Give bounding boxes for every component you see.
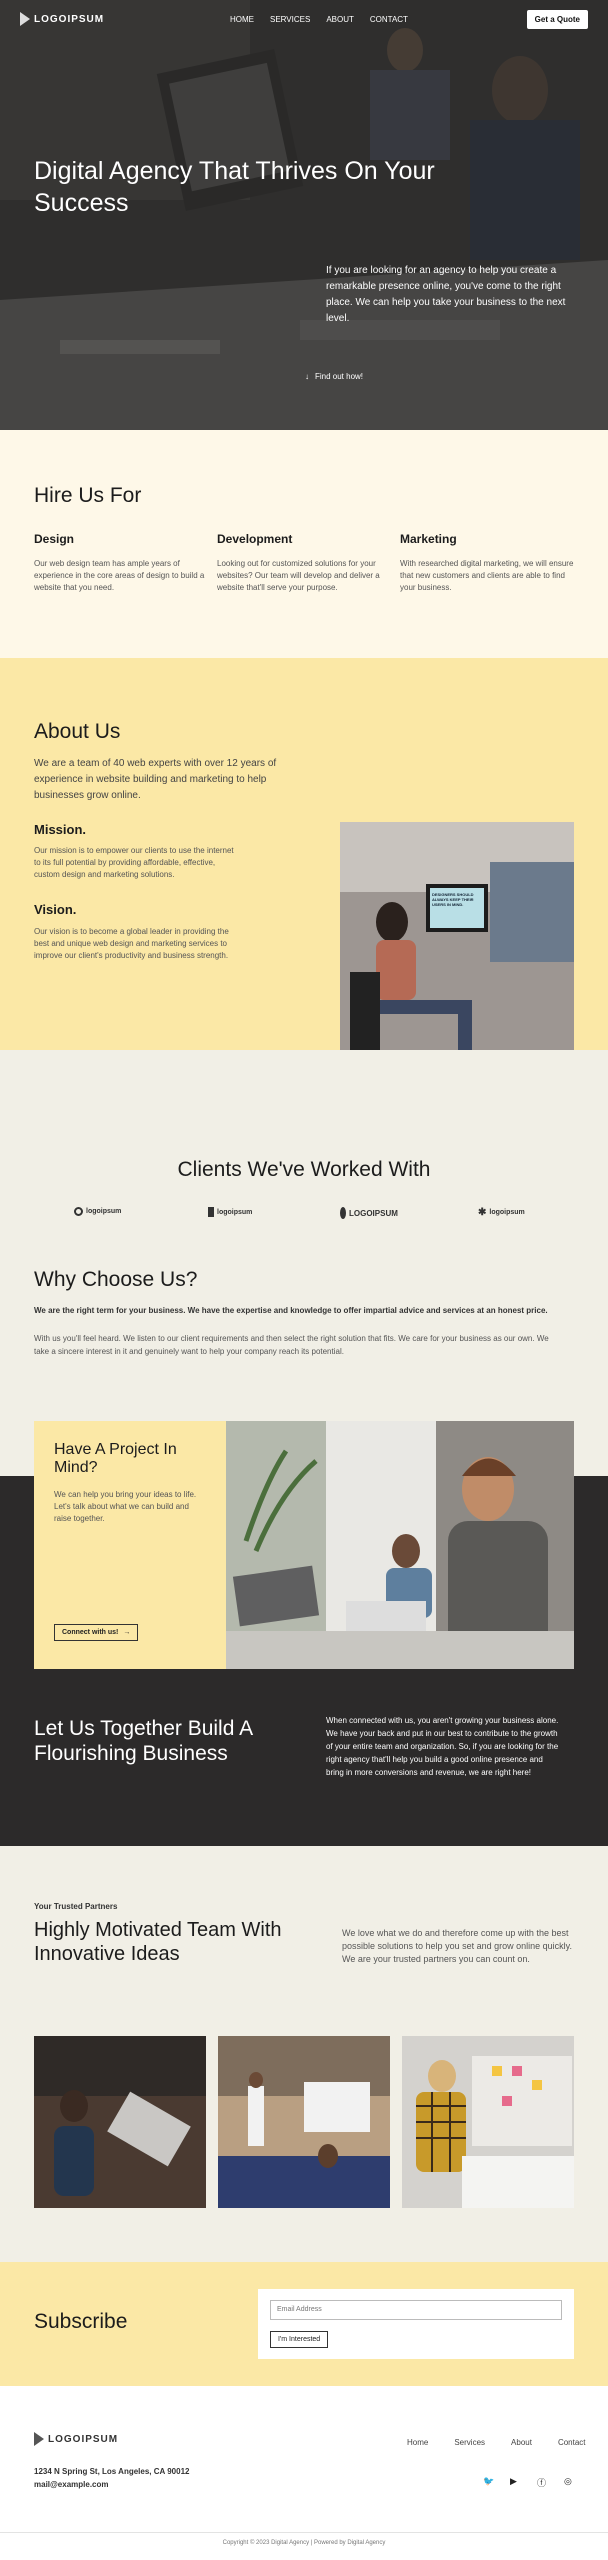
logo-icon [34, 2432, 44, 2446]
why-text: With us you'll feel heard. We listen to … [34, 1334, 549, 1356]
footer-link-services[interactable]: Services [454, 2438, 485, 2447]
footer-logo[interactable]: LOGOIPSUM [34, 2432, 118, 2446]
screen-text: DESIGNERS SHOULD ALWAYS KEEP THEIR USERS… [432, 892, 474, 907]
team-photo [218, 2036, 390, 2208]
leaf-logo-icon [340, 1207, 346, 1219]
meeting-photo [218, 2036, 390, 2208]
youtube-icon[interactable]: ▶ [510, 2476, 517, 2487]
logo-text: LOGOIPSUM [34, 13, 105, 25]
service-title: Design [34, 532, 75, 546]
facebook-icon[interactable]: ⓕ [537, 2476, 546, 2489]
about-lead: We are a team of 40 web experts with ove… [34, 758, 277, 801]
mission-text: Our mission is to empower our clients to… [34, 846, 234, 879]
footer-logo-text: LOGOIPSUM [48, 2433, 119, 2445]
find-out-label: Find out how! [315, 372, 364, 381]
client-logo: ✱ logoipsum [478, 1207, 525, 1218]
team-photo [34, 2036, 206, 2208]
find-out-link[interactable]: ↓ Find out how! [305, 372, 363, 381]
footer-divider [0, 2532, 608, 2533]
logo-icon [20, 12, 30, 26]
service-text: With researched digital marketing, we wi… [400, 559, 574, 592]
copyright: Copyright © 2023 Digital Agency | Powere… [222, 2540, 386, 2546]
clients-title: Clients We've Worked With [177, 1158, 431, 1181]
client-logo-text: LOGOIPSUM [349, 1208, 398, 1218]
vision-text: Our vision is to become a global leader … [34, 927, 229, 960]
service-text: Looking out for customized solutions for… [217, 559, 380, 592]
team-title: Highly Motivated Team With Innovative Id… [34, 1919, 282, 1965]
team-text: We love what we do and therefore come up… [342, 1928, 572, 1964]
hire-title: Hire Us For [34, 484, 142, 507]
service-title: Development [217, 532, 293, 546]
service-marketing: Marketing With researched digital market… [400, 532, 575, 594]
top-navigation: LOGOIPSUM HOME SERVICES ABOUT CONTACT Ge… [0, 0, 608, 40]
client-logo: LOGOIPSUM [340, 1207, 398, 1219]
together-title: Let Us Together Build A Flourishing Busi… [34, 1717, 252, 1765]
hero-title: Digital Agency That Thrives On Your Succ… [34, 157, 435, 217]
footer-menu: Home Services About Contact [407, 2438, 586, 2447]
project-photo [226, 1421, 574, 1669]
footer-address: 1234 N Spring St, Los Angeles, CA 90012 [34, 2467, 190, 2476]
mission-title: Mission. [34, 822, 87, 837]
project-card: Have A Project In Mind? We can help you … [34, 1421, 226, 1669]
subscribe-form: Email Address I'm Interested [258, 2289, 574, 2359]
client-logo-text: logoipsum [86, 1208, 122, 1215]
why-title: Why Choose Us? [34, 1268, 198, 1291]
project-text: We can help you bring your ideas to life… [54, 1490, 197, 1523]
get-quote-button[interactable]: Get a Quote [526, 10, 588, 29]
nav-link-home[interactable]: HOME [230, 15, 254, 24]
subscribe-title: Subscribe [34, 2310, 128, 2333]
service-design: Design Our web design team has ample yea… [34, 532, 209, 594]
client-logo-text: logoipsum [489, 1209, 525, 1216]
twitter-icon[interactable]: 🐦 [483, 2476, 494, 2487]
arrow-right-icon: → [123, 1629, 131, 1636]
footer-link-home[interactable]: Home [407, 2438, 428, 2447]
project-title: Have A Project In Mind? [54, 1441, 177, 1476]
service-text: Our web design team has ample years of e… [34, 559, 205, 592]
footer-link-about[interactable]: About [511, 2438, 532, 2447]
main-menu: HOME SERVICES ABOUT CONTACT [230, 15, 408, 24]
interested-button[interactable]: I'm Interested [270, 2331, 329, 2348]
client-logo: logoipsum [74, 1207, 121, 1216]
instagram-icon[interactable]: ◎ [564, 2476, 572, 2487]
nav-link-contact[interactable]: CONTACT [370, 15, 408, 24]
client-logo: logoipsum [208, 1207, 252, 1217]
about-title: About Us [34, 720, 121, 743]
circle-logo-icon [74, 1207, 83, 1216]
star-logo-icon: ✱ [478, 1207, 487, 1218]
clients-section [0, 1050, 608, 1420]
office-photo [226, 1421, 574, 1669]
service-development: Development Looking out for customized s… [217, 532, 392, 594]
team-photo [402, 2036, 574, 2208]
logo[interactable]: LOGOIPSUM [20, 12, 104, 26]
footer-link-contact[interactable]: Contact [558, 2438, 586, 2447]
together-text: When connected with us, you aren't growi… [326, 1716, 559, 1777]
laptop-photo [34, 2036, 206, 2208]
hero-description: If you are looking for an agency to help… [326, 265, 566, 324]
connect-label: Connect with us! [62, 1629, 119, 1636]
nav-link-about[interactable]: ABOUT [326, 15, 354, 24]
block-logo-icon [208, 1207, 214, 1217]
client-logo-text: logoipsum [217, 1208, 253, 1216]
email-field[interactable]: Email Address [270, 2300, 562, 2320]
arrow-down-icon: ↓ [305, 372, 309, 381]
vision-title: Vision. [34, 902, 77, 917]
connect-button[interactable]: Connect with us! → [54, 1624, 139, 1641]
team-kicker: Your Trusted Partners [34, 1902, 118, 1911]
whiteboard-photo [402, 2036, 574, 2208]
why-bold-text: We are the right term for your business.… [34, 1306, 548, 1315]
footer-email[interactable]: mail@example.com [34, 2480, 109, 2489]
service-title: Marketing [400, 532, 457, 546]
nav-link-services[interactable]: SERVICES [270, 15, 310, 24]
